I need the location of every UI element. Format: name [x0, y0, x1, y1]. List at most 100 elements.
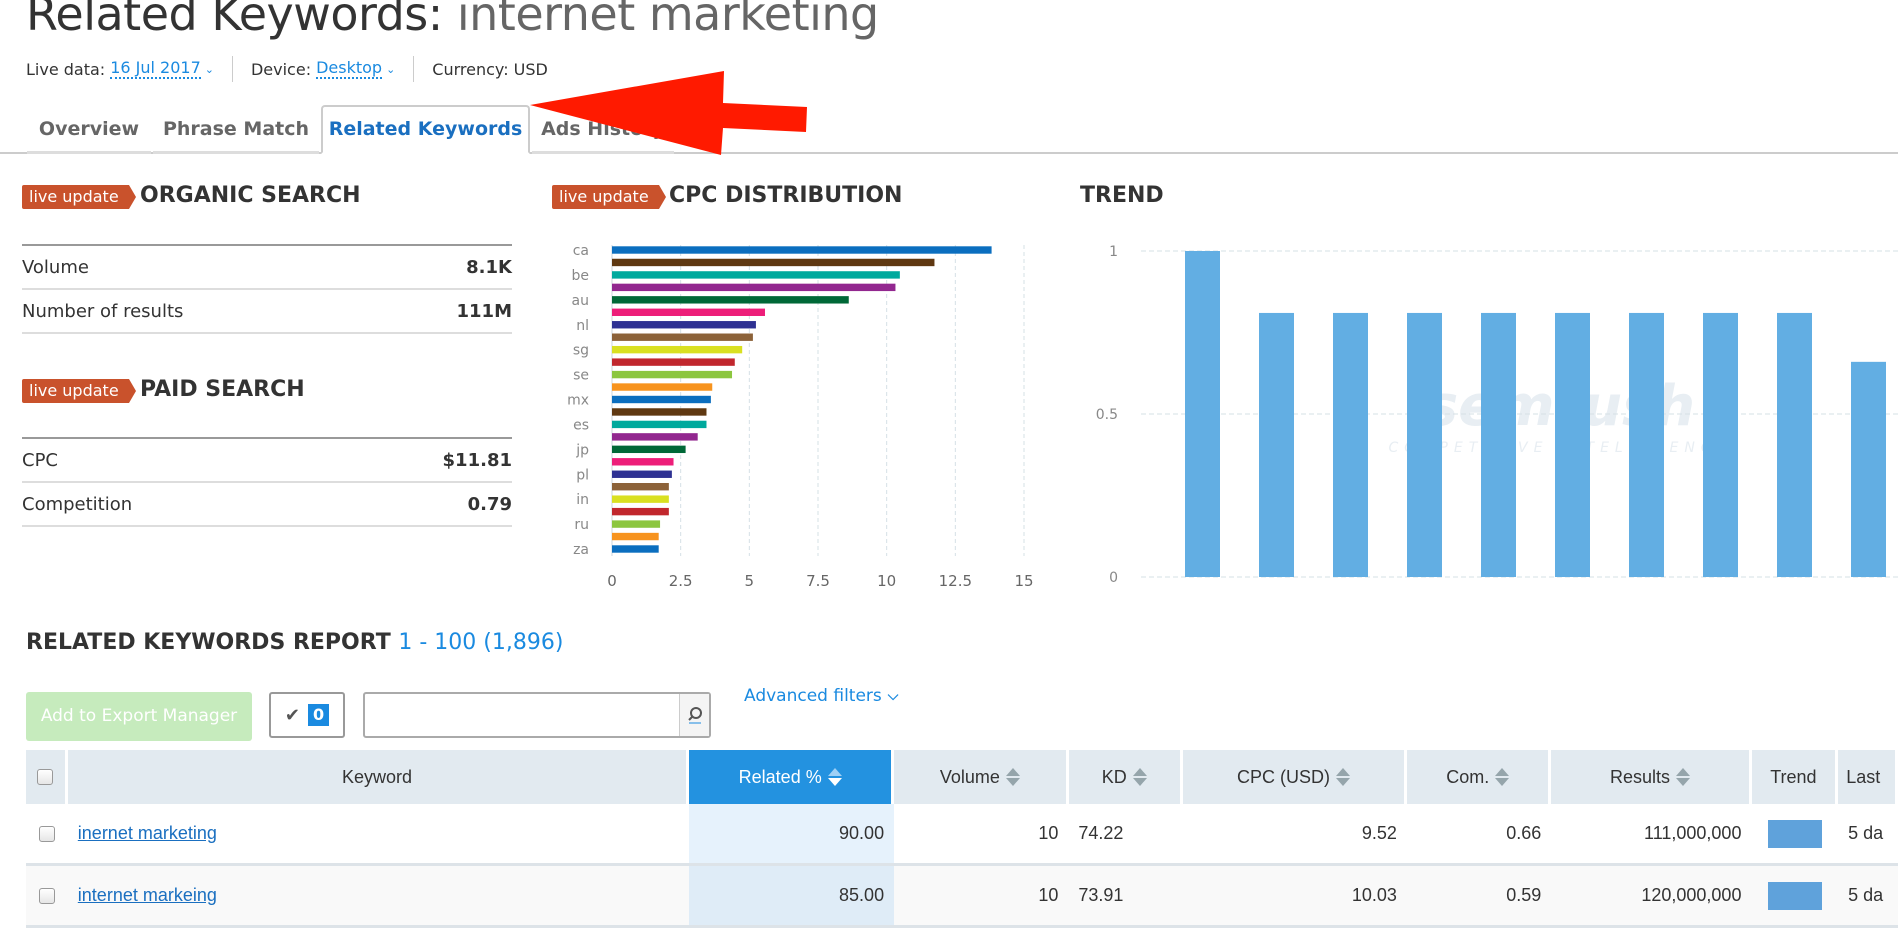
metric-value: 0.79: [467, 493, 512, 515]
metric-label: Number of results: [22, 300, 184, 322]
column-header-volume[interactable]: Volume: [894, 750, 1069, 804]
cpc-distribution-title: CPC DISTRIBUTION: [669, 183, 903, 208]
tab-phrase-match[interactable]: Phrase Match: [153, 108, 319, 154]
paid-row-competition: Competition 0.79: [22, 483, 512, 527]
trend-bar: [1259, 312, 1294, 577]
report-title: RELATED KEYWORDS REPORT 1 - 100 (1,896): [26, 630, 563, 655]
cpc-cell: 10.03: [1351, 885, 1397, 905]
live-data-value[interactable]: 16 Jul 2017: [110, 59, 201, 79]
column-label: KD: [1101, 766, 1127, 787]
column-header-related[interactable]: Related %: [689, 750, 895, 804]
select-all-checkbox[interactable]: [37, 769, 54, 785]
cpc-bar: [612, 258, 935, 267]
sort-icon[interactable]: [1132, 768, 1147, 786]
chevron-down-icon[interactable]: ⌄: [386, 63, 395, 76]
metric-label: CPC: [22, 449, 58, 471]
device-value[interactable]: Desktop: [316, 59, 383, 79]
x-tick-label: 15: [1014, 572, 1033, 590]
keyword-link[interactable]: internet markeing: [78, 885, 217, 906]
divider: [231, 56, 233, 82]
table-row: inernet marketing 90.00 10 74.22 9.52 0.…: [26, 804, 1898, 866]
tab-overview[interactable]: Overview: [27, 108, 151, 154]
paid-row-cpc: CPC $11.81: [22, 439, 512, 483]
report-title-text: RELATED KEYWORDS REPORT: [26, 630, 391, 655]
trend-bar: [1629, 312, 1664, 577]
trend-sparkline[interactable]: [1767, 881, 1822, 910]
cpc-distribution-chart: 0 2.5 5 7.5 10 12.5 15 ca be au nl sg se mx es jp pl in ru…: [567, 243, 1033, 590]
tab-related-keywords[interactable]: Related Keywords: [321, 105, 530, 154]
y-category-label: se: [573, 368, 589, 384]
trend-title: TREND: [1080, 183, 1164, 208]
sort-icon[interactable]: [1005, 768, 1020, 786]
x-tick-label: 2.5: [669, 572, 693, 590]
cpc-bar: [612, 283, 896, 292]
cpc-bar: [612, 470, 672, 478]
column-header-kd[interactable]: KD: [1068, 750, 1184, 804]
paid-search-table: CPC $11.81 Competition 0.79: [22, 437, 512, 527]
y-category-label: ru: [574, 517, 589, 533]
selected-count: 0: [307, 704, 330, 726]
live-data-selector[interactable]: Live data: 16 Jul 2017 ⌄: [26, 59, 214, 79]
search-input[interactable]: [365, 694, 679, 736]
page-title-prefix: Related Keywords:: [26, 0, 457, 41]
organic-search-table: Volume 8.1K Number of results 111M: [22, 244, 512, 334]
device-selector[interactable]: Device: Desktop ⌄: [251, 59, 395, 79]
column-header-results[interactable]: Results: [1551, 750, 1752, 804]
trend-cell: [1751, 804, 1838, 863]
search-field[interactable]: [363, 692, 711, 738]
column-header-competition[interactable]: Com.: [1407, 750, 1552, 804]
trend-bar: [1703, 312, 1738, 577]
chevron-down-icon: ⌵: [887, 688, 899, 704]
metric-label: Volume: [22, 256, 89, 278]
advanced-filters-toggle[interactable]: Advanced filters ⌵: [744, 684, 898, 708]
report-range[interactable]: 1 - 100 (1,896): [398, 630, 563, 655]
table-header: Keyword Related % Volume KD CPC (USD) Co…: [26, 750, 1898, 804]
results-cell: 120,000,000: [1641, 885, 1742, 905]
row-select-cell: [26, 804, 68, 863]
cpc-bar: [612, 370, 733, 379]
column-label: Last: [1846, 766, 1881, 787]
cpc-bar: [612, 433, 698, 441]
column-label: Related %: [738, 766, 822, 787]
related-cell: 90.00: [688, 804, 895, 863]
sort-icon[interactable]: [1676, 768, 1691, 786]
sort-icon[interactable]: [1495, 768, 1510, 786]
page-title-keyword: internet marketing: [456, 0, 879, 41]
trend-sparkline[interactable]: [1767, 819, 1822, 848]
chevron-down-icon[interactable]: ⌄: [205, 63, 214, 76]
live-update-badge: live update: [552, 185, 666, 209]
cpc-bar: [612, 520, 661, 528]
sort-icon[interactable]: [1336, 768, 1351, 786]
live-update-badge: live update: [22, 379, 136, 403]
keyword-cell: inernet marketing: [68, 804, 689, 863]
cpc-bar: [612, 345, 743, 354]
volume-cell: 10: [1038, 885, 1059, 905]
y-tick-label: 0: [1109, 570, 1118, 586]
cpc-bar: [612, 420, 707, 429]
row-checkbox[interactable]: [38, 887, 55, 904]
cpc-bar: [612, 495, 669, 503]
row-select-cell: [26, 866, 68, 925]
search-button[interactable]: [679, 694, 709, 736]
cpc-bar: [612, 507, 669, 516]
trend-bar: [1555, 312, 1590, 577]
trend-chart: semrushCOMPETITIVE INTELLIGENCE00.51: [1096, 244, 1898, 586]
column-header-last-update[interactable]: Last: [1838, 750, 1898, 804]
y-tick-label: 0.5: [1096, 407, 1118, 423]
sort-icon[interactable]: [827, 768, 842, 786]
column-header-cpc[interactable]: CPC (USD): [1183, 750, 1408, 804]
selected-counter-button[interactable]: ✔ 0: [269, 692, 345, 738]
cpc-bar: [612, 383, 713, 391]
y-category-label: es: [573, 417, 589, 433]
page-title: Related Keywords: internet marketing: [26, 0, 879, 44]
add-to-export-manager-button[interactable]: Add to Export Manager: [26, 692, 252, 741]
organic-row-results: Number of results 111M: [22, 290, 512, 334]
y-category-label: jp: [575, 442, 589, 458]
cpc-bar: [612, 483, 669, 491]
column-label: Trend: [1770, 766, 1817, 787]
trend-bar: [1333, 312, 1368, 577]
keyword-link[interactable]: inernet marketing: [78, 823, 217, 844]
trend-bar: [1851, 361, 1886, 577]
row-checkbox[interactable]: [38, 825, 55, 842]
cpc-bar: [612, 296, 849, 304]
